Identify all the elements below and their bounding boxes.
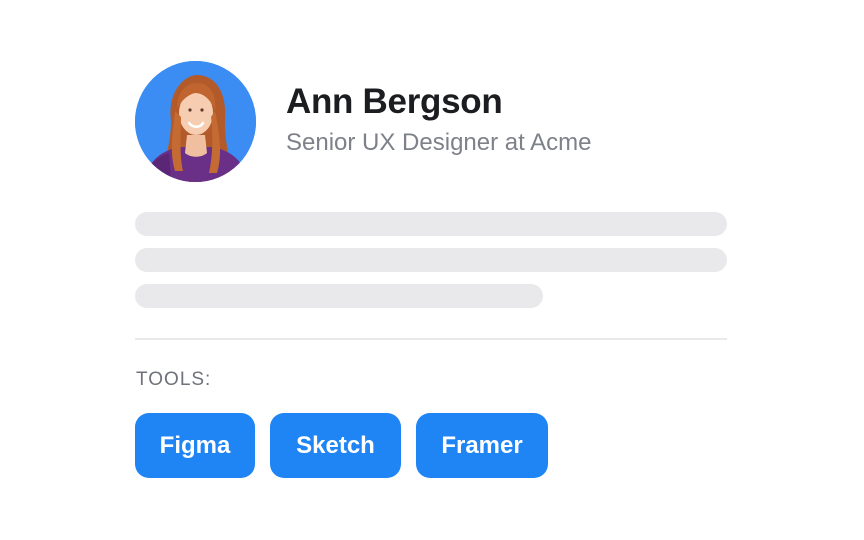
profile-header: Ann Bergson Senior UX Designer at Acme bbox=[135, 61, 591, 182]
profile-identity: Ann Bergson Senior UX Designer at Acme bbox=[286, 81, 591, 158]
tools-list: Figma Sketch Framer bbox=[135, 413, 563, 478]
tool-chip-sketch[interactable]: Sketch bbox=[270, 413, 401, 478]
text-placeholder-line bbox=[135, 212, 727, 236]
text-placeholder-line bbox=[135, 248, 727, 272]
profile-card: Ann Bergson Senior UX Designer at Acme T… bbox=[0, 0, 864, 540]
profile-name: Ann Bergson bbox=[286, 82, 503, 121]
tools-label: TOOLS: bbox=[136, 369, 212, 390]
avatar bbox=[135, 61, 256, 182]
tool-chip-figma[interactable]: Figma bbox=[135, 413, 255, 478]
tool-chip-framer[interactable]: Framer bbox=[416, 413, 548, 478]
divider bbox=[135, 338, 727, 340]
avatar-photo bbox=[135, 61, 256, 182]
profile-job-title: Senior UX Designer at Acme bbox=[286, 129, 592, 156]
text-placeholder-line bbox=[135, 284, 543, 308]
